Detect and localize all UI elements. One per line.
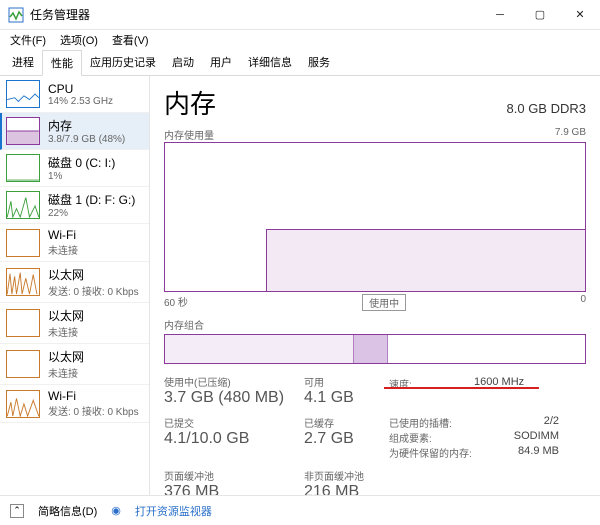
- sidebar-item-1[interactable]: 内存3.8/7.9 GB (48%): [0, 113, 149, 150]
- sidebar-item-sub: 3.8/7.9 GB (48%): [48, 134, 125, 145]
- main-panel: 内存 8.0 GB DDR3 内存使用量 7.9 GB 60 秒 使用中 0 内…: [150, 76, 600, 495]
- sidebar-item-title: Wi-Fi: [48, 228, 78, 242]
- avail-value: 4.1 GB: [304, 389, 389, 407]
- brief-info-button[interactable]: 简略信息(D): [38, 503, 97, 519]
- sidebar-item-title: Wi-Fi: [48, 389, 139, 403]
- committed-value: 4.1/10.0 GB: [164, 430, 304, 448]
- nonpaged-label: 非页面缓冲池: [304, 468, 389, 483]
- sidebar-item-sub: 未连接: [48, 242, 78, 257]
- used-label: 使用中(已压缩): [164, 374, 304, 389]
- sidebar: CPU14% 2.53 GHz内存3.8/7.9 GB (48%)磁盘 0 (C…: [0, 76, 150, 495]
- sidebar-graph: [6, 268, 40, 296]
- sidebar-item-title: 磁盘 1 (D: F: G:): [48, 191, 135, 208]
- tab-0[interactable]: 进程: [4, 50, 42, 75]
- close-button[interactable]: ✕: [560, 0, 600, 30]
- sidebar-item-8[interactable]: Wi-Fi发送: 0 接收: 0 Kbps: [0, 385, 149, 423]
- sidebar-item-6[interactable]: 以太网未连接: [0, 303, 149, 344]
- chart-xleft: 60 秒: [164, 294, 188, 311]
- sidebar-item-sub: 未连接: [48, 365, 84, 380]
- slots-label: 已使用的插槽:: [389, 415, 452, 430]
- sidebar-item-sub: 发送: 0 接收: 0 Kbps: [48, 283, 139, 298]
- memory-chart: [164, 142, 586, 292]
- sidebar-item-sub: 22%: [48, 208, 135, 219]
- sidebar-graph: [6, 117, 40, 145]
- committed-label: 已提交: [164, 415, 304, 430]
- tab-6[interactable]: 服务: [300, 50, 338, 75]
- titlebar: 任务管理器 ─ ▢ ✕: [0, 0, 600, 30]
- tabbar: 进程性能应用历史记录启动用户详细信息服务: [0, 50, 600, 76]
- sidebar-graph: [6, 309, 40, 337]
- sidebar-graph: [6, 350, 40, 378]
- window-title: 任务管理器: [30, 6, 480, 23]
- sidebar-item-sub: 发送: 0 接收: 0 Kbps: [48, 403, 139, 418]
- minimize-button[interactable]: ─: [480, 0, 520, 30]
- content: CPU14% 2.53 GHz内存3.8/7.9 GB (48%)磁盘 0 (C…: [0, 76, 600, 495]
- speed-label: 速度:: [389, 374, 474, 407]
- tab-3[interactable]: 启动: [164, 50, 202, 75]
- sidebar-item-title: 以太网: [48, 266, 139, 283]
- sidebar-item-title: CPU: [48, 82, 113, 96]
- slots-value: 2/2: [544, 415, 559, 430]
- menu-file[interactable]: 文件(F): [4, 30, 52, 50]
- maximize-button[interactable]: ▢: [520, 0, 560, 30]
- app-icon: [8, 7, 24, 23]
- tab-5[interactable]: 详细信息: [240, 50, 300, 75]
- hw-value: 84.9 MB: [518, 445, 559, 460]
- page-title: 内存: [164, 84, 216, 121]
- chart-xright: 0: [580, 294, 586, 311]
- sidebar-item-title: 内存: [48, 117, 125, 134]
- paged-label: 页面缓冲池: [164, 468, 304, 483]
- paged-value: 376 MB: [164, 483, 304, 495]
- sidebar-item-sub: 未连接: [48, 324, 84, 339]
- sidebar-item-sub: 14% 2.53 GHz: [48, 96, 113, 107]
- cached-label: 已缓存: [304, 415, 389, 430]
- sidebar-item-2[interactable]: 磁盘 0 (C: I:)1%: [0, 150, 149, 187]
- cached-value: 2.7 GB: [304, 430, 389, 448]
- comp-label: 内存组合: [164, 317, 586, 332]
- memory-composition-chart: [164, 334, 586, 364]
- tab-2[interactable]: 应用历史记录: [82, 50, 164, 75]
- hw-label: 为硬件保留的内存:: [389, 445, 472, 460]
- nonpaged-value: 216 MB: [304, 483, 389, 495]
- sidebar-item-sub: 1%: [48, 171, 115, 182]
- sidebar-item-title: 磁盘 0 (C: I:): [48, 154, 115, 171]
- tab-1[interactable]: 性能: [42, 50, 82, 76]
- sidebar-item-5[interactable]: 以太网发送: 0 接收: 0 Kbps: [0, 262, 149, 303]
- sidebar-graph: [6, 229, 40, 257]
- form-value: SODIMM: [514, 430, 559, 445]
- sidebar-item-4[interactable]: Wi-Fi未连接: [0, 224, 149, 262]
- menu-view[interactable]: 查看(V): [106, 30, 155, 50]
- chart-area: [266, 229, 585, 291]
- used-value: 3.7 GB (480 MB): [164, 389, 304, 407]
- sidebar-graph: [6, 390, 40, 418]
- sidebar-item-title: 以太网: [48, 348, 84, 365]
- sidebar-item-3[interactable]: 磁盘 1 (D: F: G:)22%: [0, 187, 149, 224]
- open-resmon-link[interactable]: 打开资源监视器: [135, 503, 212, 519]
- memory-spec: 8.0 GB DDR3: [507, 101, 586, 116]
- sidebar-item-7[interactable]: 以太网未连接: [0, 344, 149, 385]
- footer: ⌃ 简略信息(D) ◉ 打开资源监视器: [0, 495, 600, 525]
- in-use-badge: 使用中: [362, 294, 406, 311]
- sidebar-item-0[interactable]: CPU14% 2.53 GHz: [0, 76, 149, 113]
- tab-4[interactable]: 用户: [202, 50, 240, 75]
- sidebar-item-title: 以太网: [48, 307, 84, 324]
- chart-label: 内存使用量: [164, 127, 214, 142]
- sidebar-graph: [6, 80, 40, 108]
- stats-grid: 使用中(已压缩) 3.7 GB (480 MB) 可用 4.1 GB 速度: 1…: [164, 374, 586, 495]
- menubar: 文件(F) 选项(O) 查看(V): [0, 30, 600, 50]
- menu-options[interactable]: 选项(O): [54, 30, 104, 50]
- chevron-up-icon: ⌃: [10, 504, 24, 518]
- monitor-icon: ◉: [111, 504, 121, 517]
- sidebar-graph: [6, 154, 40, 182]
- avail-label: 可用: [304, 374, 389, 389]
- highlight-underline: [384, 387, 539, 389]
- chart-max: 7.9 GB: [555, 127, 586, 142]
- sidebar-graph: [6, 191, 40, 219]
- form-label: 组成要素:: [389, 430, 432, 445]
